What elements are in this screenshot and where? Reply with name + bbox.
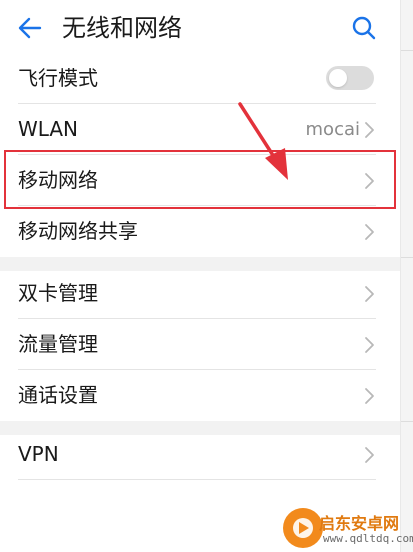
data-usage-row[interactable]: 流量管理 — [0, 319, 400, 370]
search-button[interactable] — [348, 12, 380, 44]
wlan-row[interactable]: WLAN mocai — [0, 104, 400, 155]
divider — [18, 479, 376, 480]
watermark-logo — [283, 508, 323, 548]
row-label: 移动网络共享 — [18, 219, 138, 243]
airplane-mode-toggle[interactable] — [326, 66, 374, 90]
toggle-knob — [329, 69, 347, 87]
wlan-network-name: mocai — [305, 119, 360, 140]
vpn-row[interactable]: VPN — [0, 429, 400, 480]
divider — [401, 421, 413, 422]
chevron-right-icon — [365, 286, 374, 302]
divider — [401, 50, 413, 51]
watermark-url: www.qdltdq.com — [323, 532, 413, 545]
search-icon — [352, 16, 376, 40]
row-label: WLAN — [18, 117, 79, 141]
highlight-box — [4, 150, 396, 209]
row-label: 通话设置 — [18, 383, 98, 407]
chevron-right-icon — [365, 447, 374, 463]
call-settings-row[interactable]: 通话设置 — [0, 370, 400, 421]
chevron-right-icon — [365, 224, 374, 240]
watermark-logo-icon — [293, 518, 313, 538]
watermark-title: 启东安卓网 — [319, 514, 400, 533]
settings-page: 无线和网络 飞行模式 WLAN mocai 移动网络 移动网络共享 双卡管理 流… — [0, 0, 413, 552]
top-bar: 无线和网络 — [0, 0, 400, 56]
row-label: 飞行模式 — [18, 66, 98, 90]
watermark: 启东安卓网 www.qdltdq.com — [283, 508, 413, 550]
dual-sim-row[interactable]: 双卡管理 — [0, 268, 400, 319]
row-label: VPN — [18, 442, 59, 466]
page-title: 无线和网络 — [62, 14, 182, 42]
adjacent-panel-edge — [400, 0, 413, 552]
row-label: 双卡管理 — [18, 281, 98, 305]
row-label: 流量管理 — [18, 332, 98, 356]
chevron-right-icon — [365, 388, 374, 404]
divider — [401, 257, 413, 258]
arrow-left-icon — [18, 17, 42, 39]
chevron-right-icon — [365, 337, 374, 353]
mobile-hotspot-row[interactable]: 移动网络共享 — [0, 206, 400, 257]
back-button[interactable] — [14, 14, 46, 42]
chevron-right-icon — [365, 122, 374, 138]
annotation-arrow-icon — [238, 102, 288, 180]
